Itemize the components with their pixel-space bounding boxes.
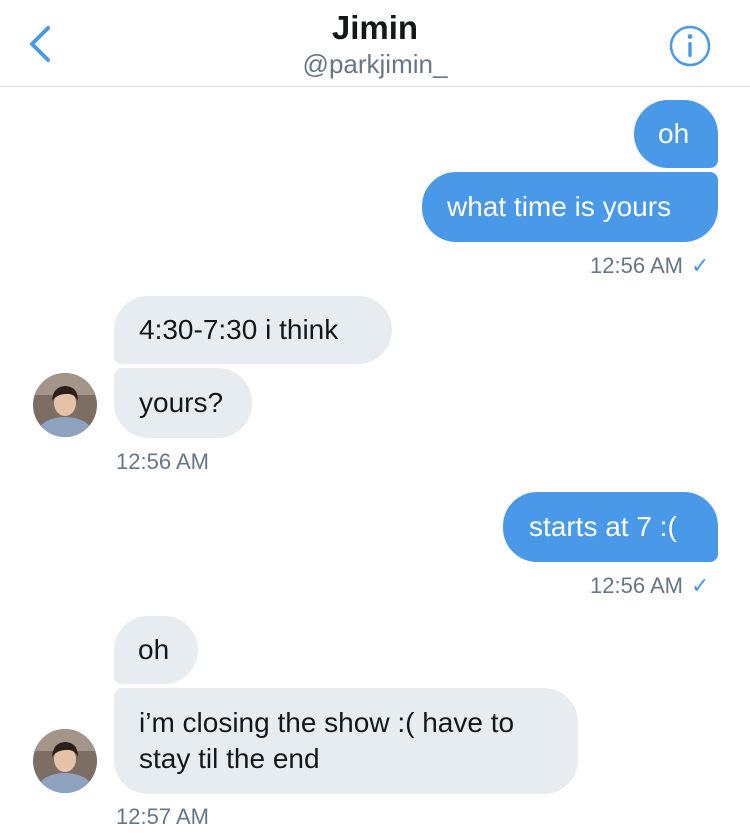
conversation-title: Jimin: [331, 9, 419, 46]
message-text: starts at 7 :(: [529, 511, 677, 542]
message-bubble-outgoing[interactable]: what time is yours: [422, 172, 718, 242]
message-bubble-outgoing[interactable]: starts at 7 :(: [503, 492, 718, 562]
message-timestamp: 12:56 AM ✓: [590, 253, 710, 278]
message-text: oh: [658, 118, 690, 149]
profile-photo-icon: [33, 373, 97, 437]
avatar[interactable]: [33, 373, 97, 437]
dm-conversation-screen: Jimin @parkjimin_ oh what time is yours …: [0, 0, 750, 838]
message-text: oh: [138, 634, 170, 665]
message-bubble-incoming[interactable]: oh: [114, 616, 198, 684]
message-bubble-incoming[interactable]: 4:30-7:30 i think: [114, 296, 392, 364]
message-bubble-incoming[interactable]: i’m closing the show :( have to stay til…: [114, 688, 578, 794]
read-check-icon: ✓: [690, 253, 710, 278]
message-bubble-outgoing[interactable]: oh: [634, 100, 718, 168]
profile-photo-icon: [33, 729, 97, 793]
info-button[interactable]: [668, 24, 712, 68]
message-text: 4:30-7:30 i think: [139, 314, 339, 345]
message-text: yours?: [139, 387, 224, 418]
message-text-line: i’m closing the show :( have to: [139, 707, 515, 738]
message-timestamp: 12:57 AM: [116, 804, 209, 829]
info-circle-icon: [669, 25, 711, 67]
message-text: what time is yours: [447, 191, 672, 222]
message-timestamp: 12:56 AM ✓: [590, 573, 710, 598]
conversation-title-block[interactable]: Jimin @parkjimin_: [0, 8, 750, 80]
read-check-icon: ✓: [690, 573, 710, 598]
conversation-header: Jimin @parkjimin_: [0, 0, 750, 87]
message-timestamp: 12:56 AM: [116, 449, 209, 474]
message-bubble-incoming[interactable]: yours?: [114, 368, 252, 438]
message-text-line: stay til the end: [139, 743, 320, 774]
conversation-handle: @parkjimin_: [302, 49, 448, 79]
avatar[interactable]: [33, 729, 97, 793]
